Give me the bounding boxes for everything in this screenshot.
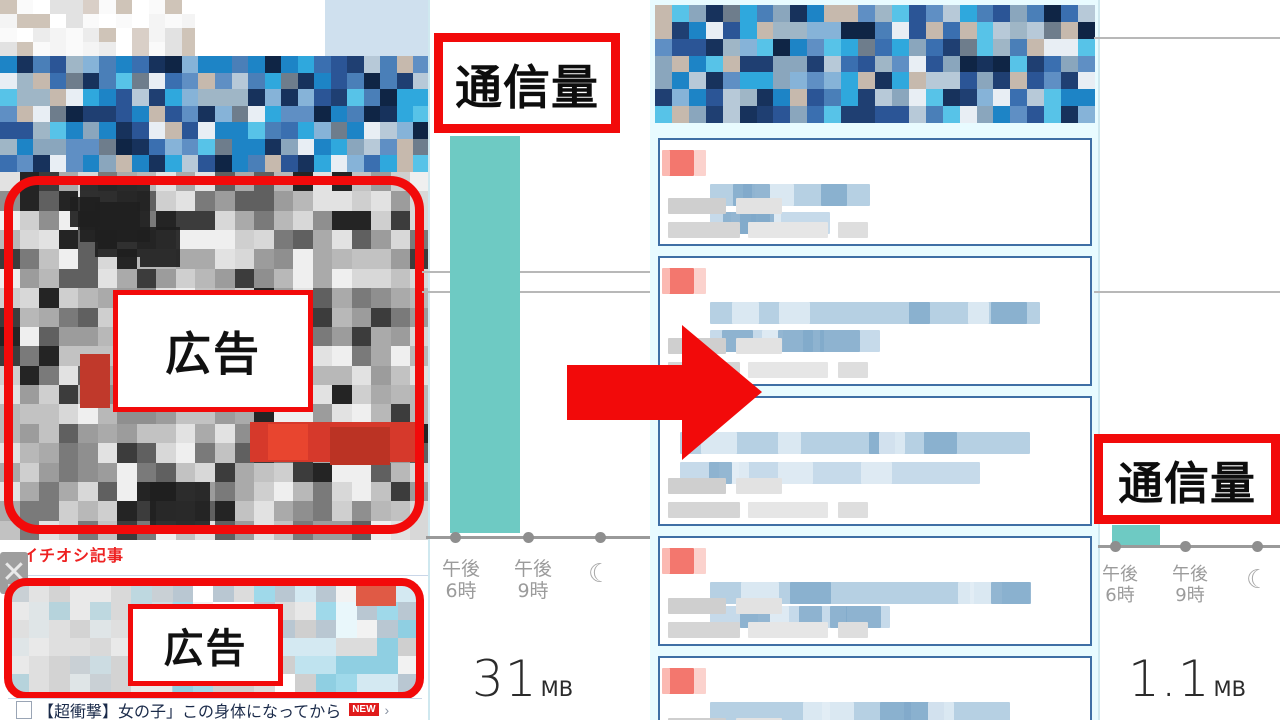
chart-gridline [1094,37,1280,39]
news-card[interactable] [658,138,1092,246]
total-usage-value: 31 [472,650,538,708]
document-icon [16,700,32,719]
total-usage-before: 31 MB [472,650,573,708]
axis-tick-label-line2: 6時 [445,580,477,603]
axis-tick-label-line2: 9時 [1175,585,1205,607]
article-list-item[interactable]: 【超衝撃】女の子」この身体になってから NEW › [8,698,422,720]
axis-tick-dot [1252,541,1263,552]
ad-label-large-text: 広告 [165,328,261,380]
category-badge-blur [668,548,694,574]
total-usage-after: 1.1 MB [1128,650,1246,708]
data-usage-callout-after: 通信量 [1094,434,1280,524]
usage-bar [450,136,520,533]
ad-label-small: 広告 [128,604,283,686]
axis-tick-label: 午後 6時 [424,558,498,603]
category-badge-blur [668,268,694,294]
axis-tick-label-line1: 午後 [441,558,480,580]
total-usage-unit: MB [540,677,574,701]
news-card[interactable] [658,656,1092,720]
total-usage-unit: MB [1213,677,1247,701]
blurred-blue-banner [0,56,430,172]
axis-tick-label: 午後 6時 [1084,564,1156,606]
axis-tick-dot [1180,541,1191,552]
data-usage-callout-after-text: 通信量 [1117,457,1256,509]
axis-tick-label: 午後 9時 [1154,564,1226,606]
recommended-articles-title: イチオシ記事 [22,548,125,565]
ad-label-small-text: 広告 [163,627,248,671]
article-title: 【超衝撃】女の子」この身体になってから [38,701,342,720]
axis-tick-label-line2: 9時 [517,580,549,603]
axis-tick-label-line2: 6時 [1105,585,1135,607]
axis-tick-label-line1: 午後 [1172,564,1208,585]
blurred-page-header [0,0,430,56]
category-badge-blur [668,150,694,176]
axis-tick-dot [595,532,606,543]
moon-icon: ☾ [588,558,612,588]
total-usage-value: 1.1 [1128,650,1211,708]
news-card[interactable] [658,536,1092,646]
chevron-right-icon: › [384,701,390,718]
moon-icon: ☾ [1246,564,1270,594]
data-usage-chart-after: 午後 6時 午後 9時 ☾ 1.1 MB [1094,0,1280,720]
ad-label-large: 広告 [113,290,313,412]
category-badge-blur [668,668,694,694]
axis-tick-dot [523,532,534,543]
data-usage-callout-before-text: 通信量 [455,60,599,114]
axis-tick-label: 午後 9時 [496,558,570,603]
new-badge: NEW [349,703,379,716]
transition-arrow-icon [567,325,762,460]
comparison-figure: 広告 イチオシ記事 ✕ 広告 【超衝撃】女の子」この身体になってから NEW › [0,0,1280,720]
axis-tick-label-line1: 午後 [513,558,552,580]
axis-tick-dot [1110,541,1121,552]
blurred-blue-banner [655,5,1095,123]
data-usage-callout-before: 通信量 [434,33,620,133]
axis-tick-label-line1: 午後 [1102,564,1138,585]
chart-gridline [1094,291,1280,293]
axis-tick-dot [450,532,461,543]
before-phone-screenshot: 広告 イチオシ記事 ✕ 広告 【超衝撃】女の子」この身体になってから NEW › [0,0,430,720]
